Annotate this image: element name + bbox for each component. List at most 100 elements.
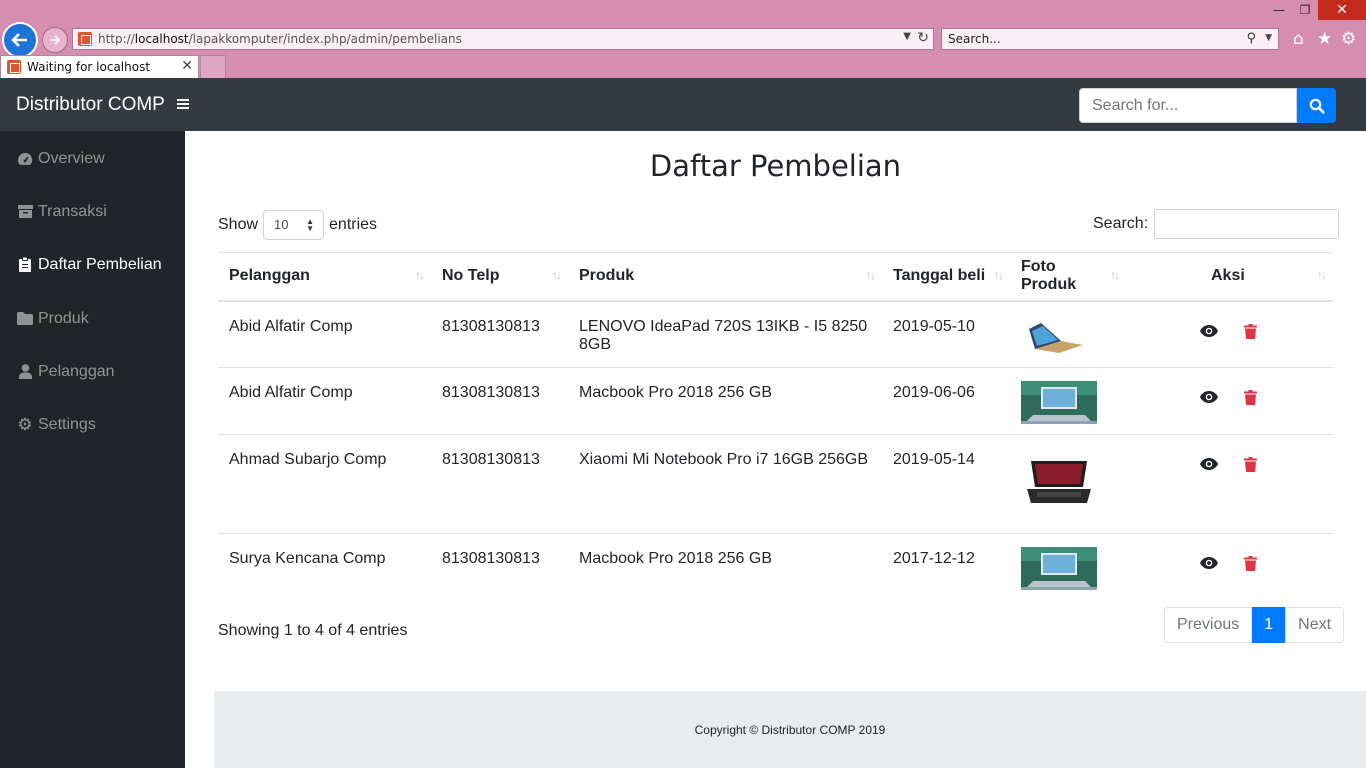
table-row: Surya Kencana Comp 81308130813 Macbook P… [218,533,1333,601]
tools-gear-icon[interactable]: ⚙ [1341,29,1356,49]
gear-icon: ⚙ [17,414,33,434]
table-row: Abid Alfatir Comp 81308130813 LENOVO Ide… [218,300,1333,368]
previous-page-button[interactable]: Previous [1164,607,1253,643]
address-dropdown-icon[interactable]: ▼ [903,31,911,42]
copyright-text: Copyright © Distributor COMP 2019 [694,722,886,737]
table-search: Search: [1093,209,1340,239]
sort-icon: ↑↓ [1317,268,1327,282]
footer: Copyright © Distributor COMP 2019 [214,691,1366,768]
tab-title: Waiting for localhost [27,60,151,74]
cell-produk: Xiaomi Mi Notebook Pro i7 16GB 256GB [568,434,882,534]
sidebar-item-label: Overview [38,149,105,167]
back-button[interactable] [2,22,38,58]
cell-produk: LENOVO IdeaPad 720S 13IKB - I5 8250 8GB [568,300,882,368]
brand-title[interactable]: Distributor COMP [16,94,165,116]
sidebar-item-overview[interactable]: Overview [0,132,185,185]
cell-telp: 81308130813 [431,300,568,368]
user-icon [17,364,33,380]
sort-asc-icon: ↑↓ [415,268,425,282]
minimize-icon[interactable]: — [1266,0,1292,20]
sidebar-item-daftar-pembelian[interactable]: Daftar Pembelian [0,238,185,291]
sidebar-item-transaksi[interactable]: Transaksi [0,185,185,238]
delete-trash-icon[interactable] [1244,390,1257,410]
sidebar-item-label: Daftar Pembelian [38,255,162,273]
browser-search-box[interactable]: Search... ⚲ ▼ [941,28,1279,50]
pembelian-table: Pelanggan ↑↓ No Telp ↑↓ Produk ↑↓ Tanggal b… [218,252,1333,601]
site-favicon-icon [78,32,92,46]
page-title: Daftar Pembelian [649,149,902,183]
column-header-no-telp[interactable]: No Telp ↑↓ [431,252,568,302]
address-bar[interactable]: http://localhost/lapakkomputer/index.php… [72,28,934,50]
page-1-button[interactable]: 1 [1252,607,1286,643]
cell-telp: 81308130813 [431,367,568,435]
sidebar-item-label: Transaksi [38,202,107,220]
next-page-button[interactable]: Next [1285,607,1345,643]
sort-icon: ↑↓ [866,268,876,282]
url-scheme: http:// [98,32,135,46]
column-header-foto-produk[interactable]: Foto Produk ↑↓ [1010,252,1126,302]
close-window-icon[interactable]: ✕ [1318,0,1366,20]
hamburger-menu-icon[interactable] [177,99,189,109]
restore-icon[interactable]: ❐ [1292,0,1318,20]
refresh-icon[interactable]: ↻ [917,30,929,46]
entries-label: entries [329,216,378,233]
back-arrow-icon [11,33,27,47]
sidebar-item-label: Settings [38,415,96,433]
cell-tanggal: 2019-05-14 [882,434,1010,534]
cell-tanggal: 2019-06-06 [882,367,1010,435]
sidebar-item-produk[interactable]: Produk [0,292,185,345]
column-header-aksi[interactable]: Aksi ↑↓ [1126,252,1333,302]
magnifier-icon[interactable]: ⚲ [1246,31,1256,46]
tab-favicon-icon [7,60,21,74]
browser-tab[interactable]: Waiting for localhost ✕ [0,55,199,78]
new-tab-button[interactable] [200,55,226,78]
table-search-input[interactable] [1154,209,1340,239]
show-label: Show [218,216,259,233]
sidebar-item-pelanggan[interactable]: Pelanggan [0,345,185,398]
table-search-label: Search: [1093,215,1149,232]
entries-length-control: Show 10 ▲ ▼ entries [218,210,377,240]
macbook-image [1021,547,1097,590]
cell-pelanggan: Abid Alfatir Comp [218,367,431,435]
delete-trash-icon[interactable] [1244,457,1257,477]
cell-telp: 81308130813 [431,533,568,601]
delete-trash-icon[interactable] [1244,556,1257,576]
column-header-produk[interactable]: Produk ↑↓ [568,252,882,302]
search-dropdown-icon[interactable]: ▼ [1265,33,1272,43]
cell-aksi [1126,367,1333,435]
cell-foto [1010,434,1126,534]
forward-button[interactable] [42,27,68,53]
column-header-tanggal-beli[interactable]: Tanggal beli ↑↓ [882,252,1010,302]
entries-select[interactable]: 10 ▲ ▼ [263,210,325,240]
cell-telp: 81308130813 [431,434,568,534]
top-navbar: Distributor COMP [0,78,1366,131]
cell-produk: Macbook Pro 2018 256 GB [568,533,882,601]
cell-tanggal: 2017-12-12 [882,533,1010,601]
folder-icon [17,311,33,327]
clipboard-icon [17,257,33,273]
url-path: /lapakkomputer/index.php/admin/pembelian… [188,32,462,46]
sidebar-item-settings[interactable]: ⚙ Settings [0,398,185,451]
cell-foto [1010,533,1126,601]
sidebar: Overview Transaksi Daftar Pembelian Prod… [0,131,185,768]
select-arrows-icon: ▲ ▼ [306,217,315,233]
lenovo-laptop-image [1021,314,1097,358]
delete-trash-icon[interactable] [1244,323,1257,344]
navbar-search-input[interactable] [1079,88,1297,123]
xiaomi-laptop-image [1021,449,1097,509]
cell-aksi [1126,300,1333,368]
view-eye-icon[interactable] [1200,556,1218,576]
tab-close-icon[interactable]: ✕ [181,58,193,74]
url-host: localhost [134,32,189,46]
column-header-pelanggan[interactable]: Pelanggan ↑↓ [218,252,431,302]
view-eye-icon[interactable] [1200,457,1218,477]
macbook-image [1021,381,1097,424]
view-eye-icon[interactable] [1200,324,1218,344]
entries-select-value: 10 [274,217,289,232]
home-icon[interactable]: ⌂ [1293,29,1304,49]
navbar-search-button[interactable] [1297,88,1336,123]
favorites-star-icon[interactable]: ★ [1317,29,1332,49]
sidebar-item-label: Produk [38,309,89,327]
cell-pelanggan: Surya Kencana Comp [218,533,431,601]
view-eye-icon[interactable] [1200,390,1218,410]
